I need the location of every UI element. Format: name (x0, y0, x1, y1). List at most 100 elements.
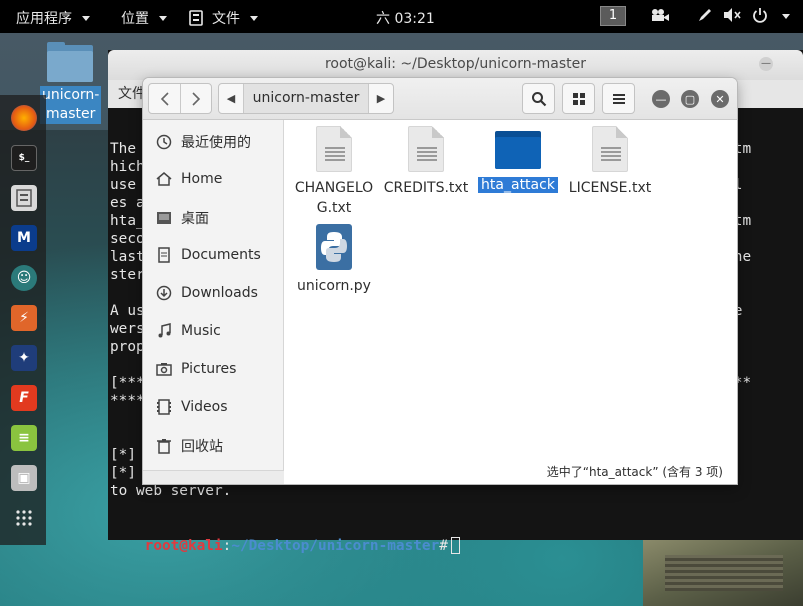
forward-button[interactable] (180, 84, 211, 113)
minimize-button[interactable]: — (652, 90, 670, 108)
files-window: ◀ unicorn-master ▶ — ▢ ✕ 最近使用的 Home 桌面 D… (143, 78, 737, 484)
file-label: LICENSE.txt (568, 180, 652, 196)
folder-hta-attack[interactable]: hta_attack (472, 126, 564, 195)
dock: $_ M ☺ ⚡ ✦ F ≡ ▣ (0, 95, 46, 545)
metasploit-icon[interactable]: M (11, 225, 37, 251)
camera-icon (155, 360, 173, 378)
clock[interactable]: 六 03:21 (376, 8, 435, 28)
sidebar-item-label: Home (181, 171, 223, 187)
sidebar-item-label: 最近使用的 (181, 135, 251, 151)
text-file-icon (316, 126, 352, 172)
path-left-button[interactable]: ◀ (219, 84, 243, 113)
prompt-path: ~/Desktop/unicorn-master (231, 538, 440, 554)
sidebar-item-pictures[interactable]: Pictures (155, 360, 236, 378)
terminal-icon[interactable]: $_ (11, 145, 37, 171)
file-label: hta_attack (472, 175, 564, 195)
menu-button[interactable] (602, 83, 635, 114)
app-grid-icon[interactable] (11, 505, 37, 531)
text-file-icon (592, 126, 628, 172)
burpsuite-icon[interactable]: ⚡ (11, 305, 37, 331)
sidebar-item-documents[interactable]: Documents (155, 246, 261, 264)
top-panel: 应用程序 位置 文件 六 03:21 1 (0, 0, 803, 33)
armitage-icon[interactable]: ☺ (11, 265, 37, 291)
terminal-line: to web server. (110, 483, 752, 499)
terminal-cursor (450, 537, 460, 554)
files-headerbar: ◀ unicorn-master ▶ — ▢ ✕ (143, 78, 737, 120)
power-icon[interactable] (752, 7, 768, 27)
faraday-icon[interactable]: F (11, 385, 37, 411)
selection-status: 选中了“hta_attack” (含有 3 项) (542, 461, 727, 482)
path-bar: ◀ unicorn-master ▶ (218, 83, 394, 114)
file-grid: CHANGELO G.txt CREDITS.txt hta_attack LIC… (284, 120, 737, 484)
sidebar-item-recent[interactable]: 最近使用的 (155, 132, 251, 152)
notes-icon[interactable]: ≡ (11, 425, 37, 451)
chevron-right-icon (192, 91, 201, 106)
prompt-hash: # (439, 538, 448, 554)
navigation-buttons (148, 83, 212, 114)
film-icon (155, 398, 173, 416)
places-menu[interactable]: 位置 (121, 8, 167, 28)
close-button[interactable]: ✕ (711, 90, 729, 108)
chevron-down-icon[interactable] (782, 14, 790, 19)
python-file-icon (316, 224, 352, 270)
sidebar-item-downloads[interactable]: Downloads (155, 284, 258, 302)
pen-icon[interactable] (697, 7, 713, 27)
sidebar-item-label: Pictures (181, 361, 237, 377)
sidebar-item-label: 回收站 (181, 439, 223, 455)
file-license[interactable]: LICENSE.txt (564, 126, 656, 198)
camera-icon[interactable] (650, 7, 670, 27)
hamburger-icon (612, 93, 625, 104)
sidebar-item-home[interactable]: Home (155, 170, 222, 188)
desktop-folder-label: unicorn-master (40, 86, 102, 124)
download-icon (155, 284, 173, 302)
places-menu-label: 位置 (121, 11, 149, 27)
sidebar-item-label: 桌面 (181, 211, 209, 227)
settings-icon[interactable]: ▣ (11, 465, 37, 491)
file-label: CHANGELO G.txt (294, 180, 374, 216)
chevron-down-icon (82, 15, 90, 21)
document-icon (155, 246, 173, 264)
music-icon (155, 322, 173, 340)
volume-muted-icon[interactable] (722, 7, 742, 27)
file-changelog[interactable]: CHANGELO G.txt (288, 126, 380, 218)
sidebar-item-label: Music (181, 323, 221, 339)
sidebar-item-videos[interactable]: Videos (155, 398, 228, 416)
file-manager-icon[interactable] (11, 185, 37, 211)
workspace-indicator[interactable]: 1 (600, 6, 626, 26)
text-file-icon (408, 126, 444, 172)
desktop-folder-unicorn-master[interactable]: unicorn-master (40, 42, 102, 124)
places-sidebar: 最近使用的 Home 桌面 Documents Downloads Music … (143, 120, 284, 484)
folder-icon (495, 129, 541, 169)
sidebar-item-trash[interactable]: 回收站 (155, 436, 223, 456)
desktop-icon (155, 209, 173, 227)
minimize-icon[interactable]: — (759, 57, 773, 71)
path-crumb-current[interactable]: unicorn-master (243, 84, 369, 113)
sidebar-item-music[interactable]: Music (155, 322, 221, 340)
beef-icon[interactable]: ✦ (11, 345, 37, 371)
applications-menu-label: 应用程序 (16, 11, 72, 27)
sidebar-item-desktop[interactable]: 桌面 (155, 208, 209, 228)
back-button[interactable] (149, 84, 180, 113)
chevron-down-icon (159, 15, 167, 21)
prompt-separator: : (222, 538, 232, 554)
files-app-menu[interactable]: 文件 (188, 8, 258, 28)
terminal-prompt[interactable]: root@kali:~/Desktop/unicorn-master# (110, 519, 460, 573)
maximize-button[interactable]: ▢ (681, 90, 699, 108)
applications-menu[interactable]: 应用程序 (16, 8, 90, 28)
terminal-menu-file[interactable]: 文件 (118, 86, 146, 102)
sidebar-item-label: Documents (181, 247, 261, 263)
file-credits[interactable]: CREDITS.txt (380, 126, 472, 198)
path-right-button[interactable]: ▶ (369, 84, 393, 113)
search-button[interactable] (522, 83, 555, 114)
sidebar-footer (143, 470, 284, 484)
terminal-titlebar[interactable]: root@kali: ~/Desktop/unicorn-master — (108, 50, 803, 80)
file-unicorn-py[interactable]: unicorn.py (288, 224, 380, 296)
firefox-icon[interactable] (11, 105, 37, 131)
trash-icon (155, 437, 173, 455)
search-icon (531, 91, 546, 106)
file-label: unicorn.py (297, 278, 371, 294)
prompt-user: root@kali (144, 538, 223, 554)
view-grid-button[interactable] (562, 83, 595, 114)
home-icon (155, 170, 173, 188)
sidebar-item-label: Videos (181, 399, 228, 415)
